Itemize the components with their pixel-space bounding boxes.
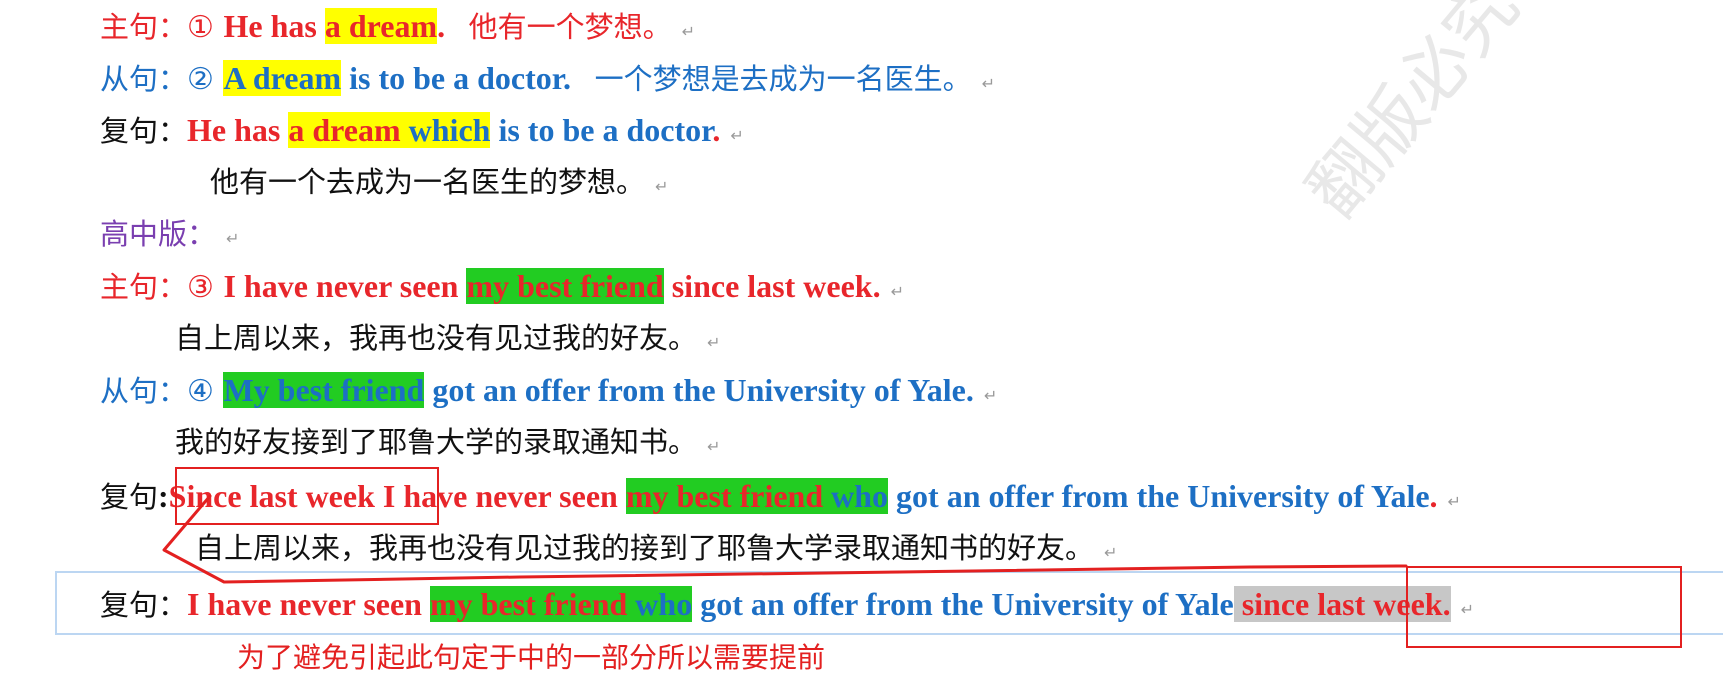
annotation-strokes xyxy=(162,494,1408,584)
annotation-note: 为了避免引起此句定于中的一部分所以需要提前 xyxy=(237,641,826,674)
